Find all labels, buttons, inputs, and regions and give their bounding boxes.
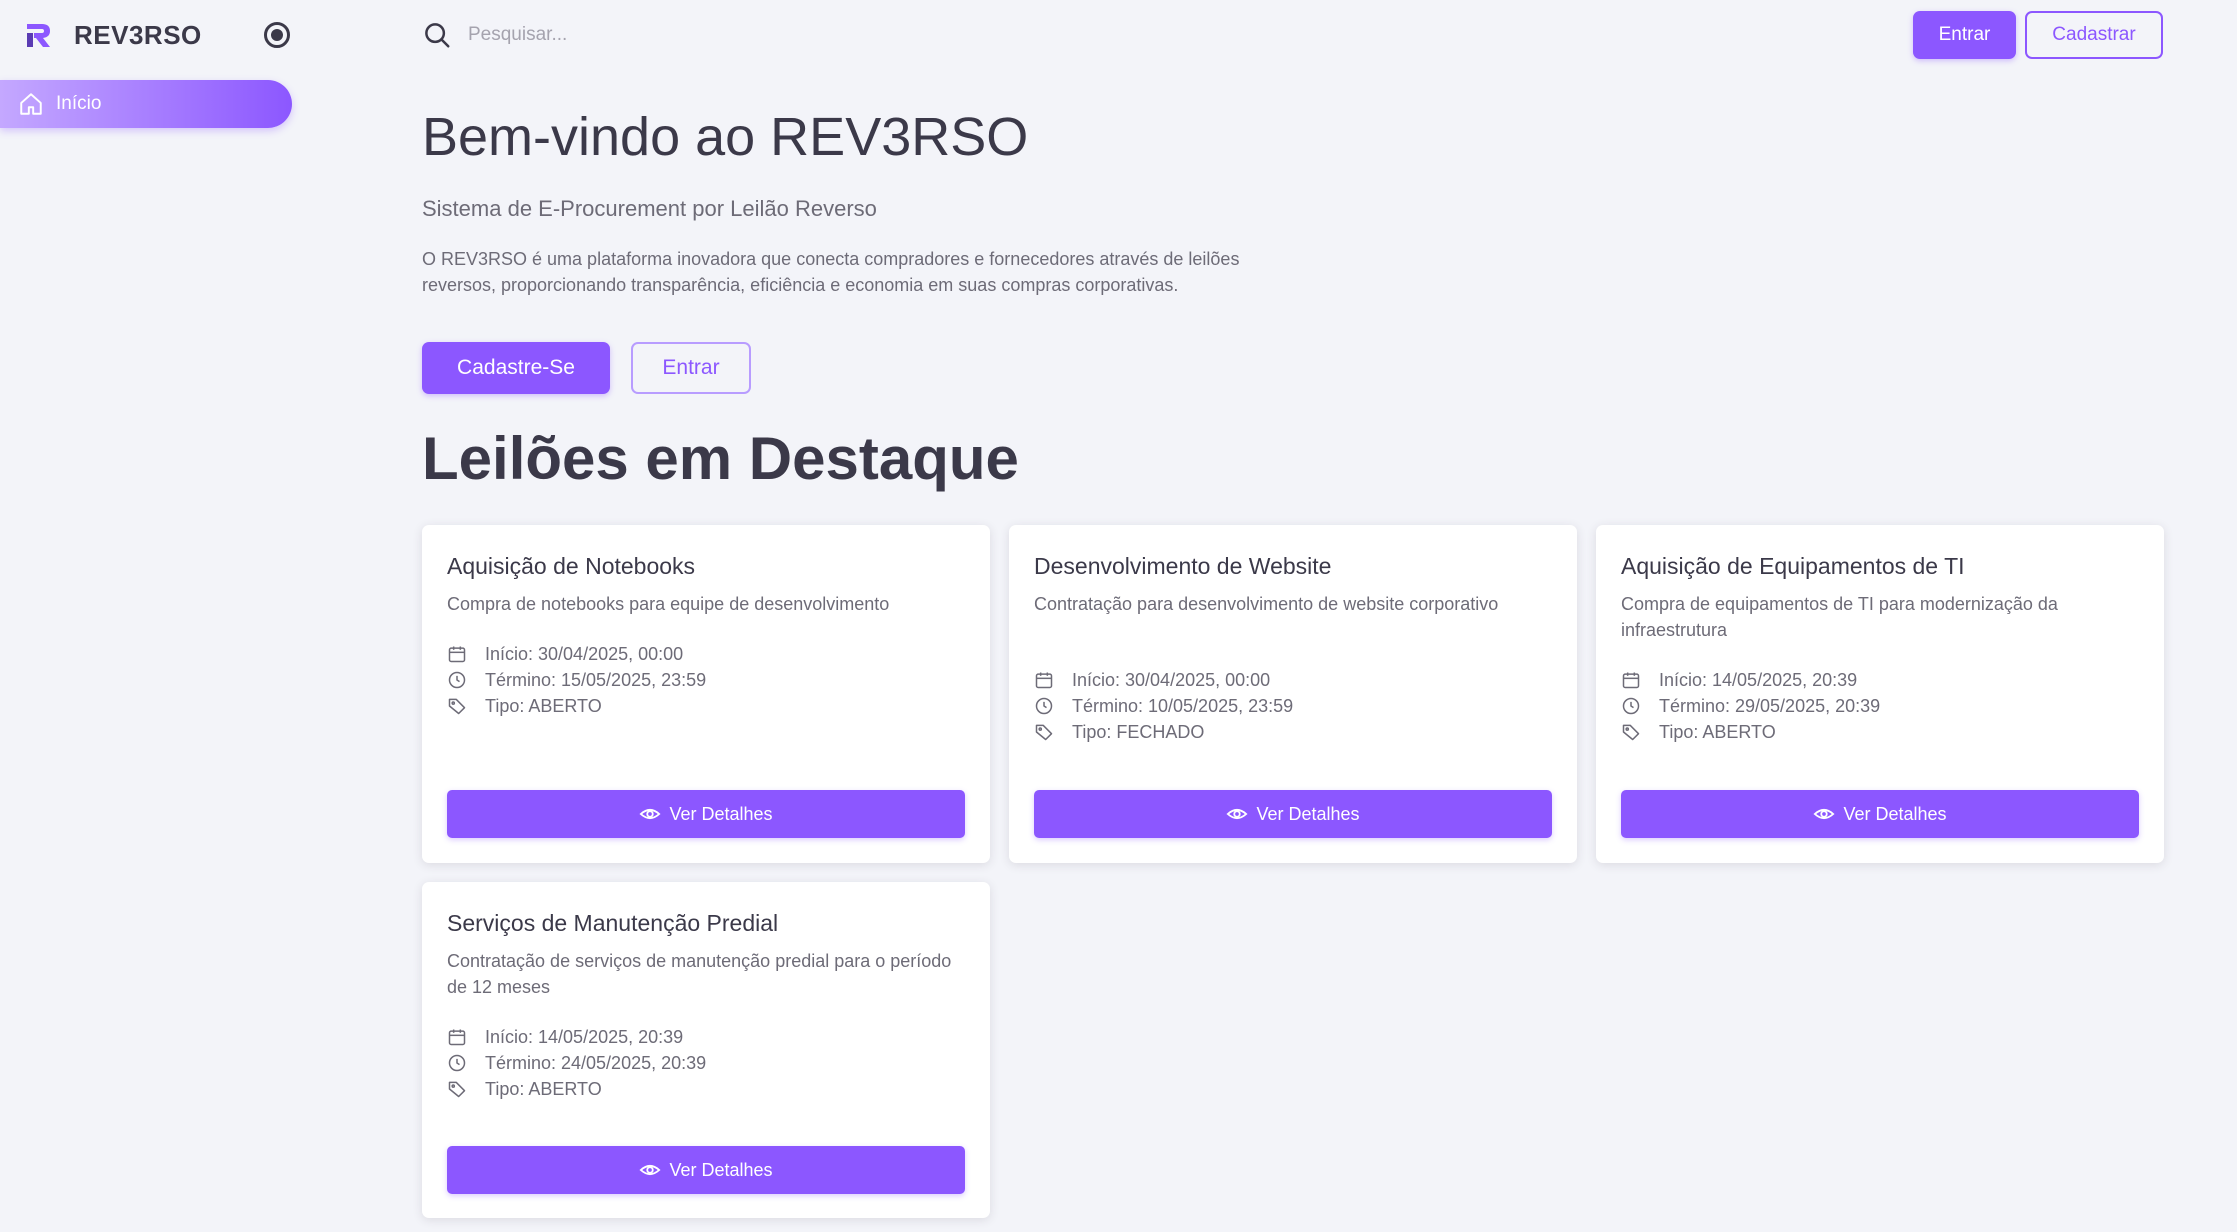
- auction-title: Serviços de Manutenção Predial: [447, 910, 779, 936]
- view-details-button[interactable]: Ver Detalhes: [447, 1146, 965, 1194]
- section-title: Leilões em Destaque: [422, 425, 1019, 492]
- auction-title: Aquisição de Equipamentos de TI: [1621, 553, 1965, 579]
- auction-description: Contratação para desenvolvimento de webs…: [1034, 594, 1499, 614]
- search-icon[interactable]: [422, 20, 452, 50]
- page-subtitle: Sistema de E-Procurement por Leilão Reve…: [422, 196, 877, 221]
- clock-icon: [448, 1054, 466, 1072]
- brand-name: REV3RSO: [74, 19, 202, 50]
- auction-card: Serviços de Manutenção Predial Contrataç…: [422, 882, 990, 1218]
- auction-card: Aquisição de Equipamentos de TI Compra d…: [1596, 525, 2164, 863]
- auction-type: Tipo: FECHADO: [1034, 719, 1554, 745]
- auction-title: Desenvolvimento de Website: [1034, 553, 1332, 579]
- calendar-icon: [1622, 672, 1640, 689]
- auction-start: Início: 14/05/2025, 20:39: [1621, 667, 2141, 693]
- auction-title: Aquisição de Notebooks: [447, 553, 696, 579]
- clock-icon: [1622, 697, 1640, 715]
- eye-icon: [1813, 808, 1836, 820]
- sidebar: REV3RSO Início: [0, 0, 300, 1232]
- auction-meta: Início: 14/05/2025, 20:39 Término: 24/05…: [447, 1024, 967, 1102]
- search-input[interactable]: [468, 16, 968, 54]
- auction-card: Desenvolvimento de Website Contratação p…: [1009, 525, 1577, 863]
- tag-icon: [448, 698, 466, 715]
- view-details-button[interactable]: Ver Detalhes: [1621, 790, 2139, 838]
- calendar-icon: [448, 646, 466, 663]
- clock-icon: [1035, 697, 1053, 715]
- eye-icon: [1226, 808, 1249, 820]
- auction-description: Contratação de serviços de manutenção pr…: [447, 951, 952, 997]
- auction-type: Tipo: ABERTO: [447, 1076, 967, 1102]
- auction-meta: Início: 14/05/2025, 20:39 Término: 29/05…: [1621, 667, 2141, 745]
- auction-start: Início: 30/04/2025, 00:00: [1034, 667, 1554, 693]
- auction-start: Início: 30/04/2025, 00:00: [447, 641, 967, 667]
- sidebar-item-inicio[interactable]: Início: [0, 80, 292, 128]
- login-button[interactable]: Entrar: [1913, 11, 2016, 59]
- page-description: O REV3RSO é uma plataforma inovadora que…: [422, 249, 1240, 295]
- tag-icon: [1035, 724, 1053, 741]
- auction-card: Aquisição de Notebooks Compra de noteboo…: [422, 525, 990, 863]
- page-title: Bem-vindo ao REV3RSO: [422, 107, 1029, 167]
- hero-signup-button[interactable]: Cadastre-Se: [422, 342, 610, 394]
- register-button[interactable]: Cadastrar: [2025, 11, 2163, 59]
- clock-icon: [448, 671, 466, 689]
- auction-type: Tipo: ABERTO: [1621, 719, 2141, 745]
- brand[interactable]: REV3RSO: [24, 18, 202, 52]
- calendar-icon: [1035, 672, 1053, 689]
- auction-end: Término: 29/05/2025, 20:39: [1621, 693, 2141, 719]
- topbar: Entrar Cadastrar: [300, 0, 2237, 70]
- home-icon: [20, 93, 42, 115]
- auction-end: Término: 24/05/2025, 20:39: [447, 1050, 967, 1076]
- auction-start: Início: 14/05/2025, 20:39: [447, 1024, 967, 1050]
- hero-login-button[interactable]: Entrar: [631, 342, 751, 394]
- auction-type: Tipo: ABERTO: [447, 693, 967, 719]
- tag-icon: [1622, 724, 1640, 741]
- auction-description: Compra de notebooks para equipe de desen…: [447, 594, 890, 614]
- auction-end: Término: 15/05/2025, 23:59: [447, 667, 967, 693]
- view-details-button[interactable]: Ver Detalhes: [447, 790, 965, 838]
- auction-end: Término: 10/05/2025, 23:59: [1034, 693, 1554, 719]
- calendar-icon: [448, 1029, 466, 1046]
- eye-icon: [639, 1164, 662, 1176]
- sidebar-toggle-icon[interactable]: [264, 22, 290, 48]
- auction-meta: Início: 30/04/2025, 00:00 Término: 10/05…: [1034, 667, 1554, 745]
- auction-meta: Início: 30/04/2025, 00:00 Término: 15/05…: [447, 641, 967, 719]
- view-details-button[interactable]: Ver Detalhes: [1034, 790, 1552, 838]
- auction-description: Compra de equipamentos de TI para modern…: [1621, 594, 2058, 640]
- sidebar-item-label: Início: [56, 93, 102, 114]
- logo-icon: [27, 24, 50, 47]
- tag-icon: [448, 1081, 466, 1098]
- eye-icon: [639, 808, 662, 820]
